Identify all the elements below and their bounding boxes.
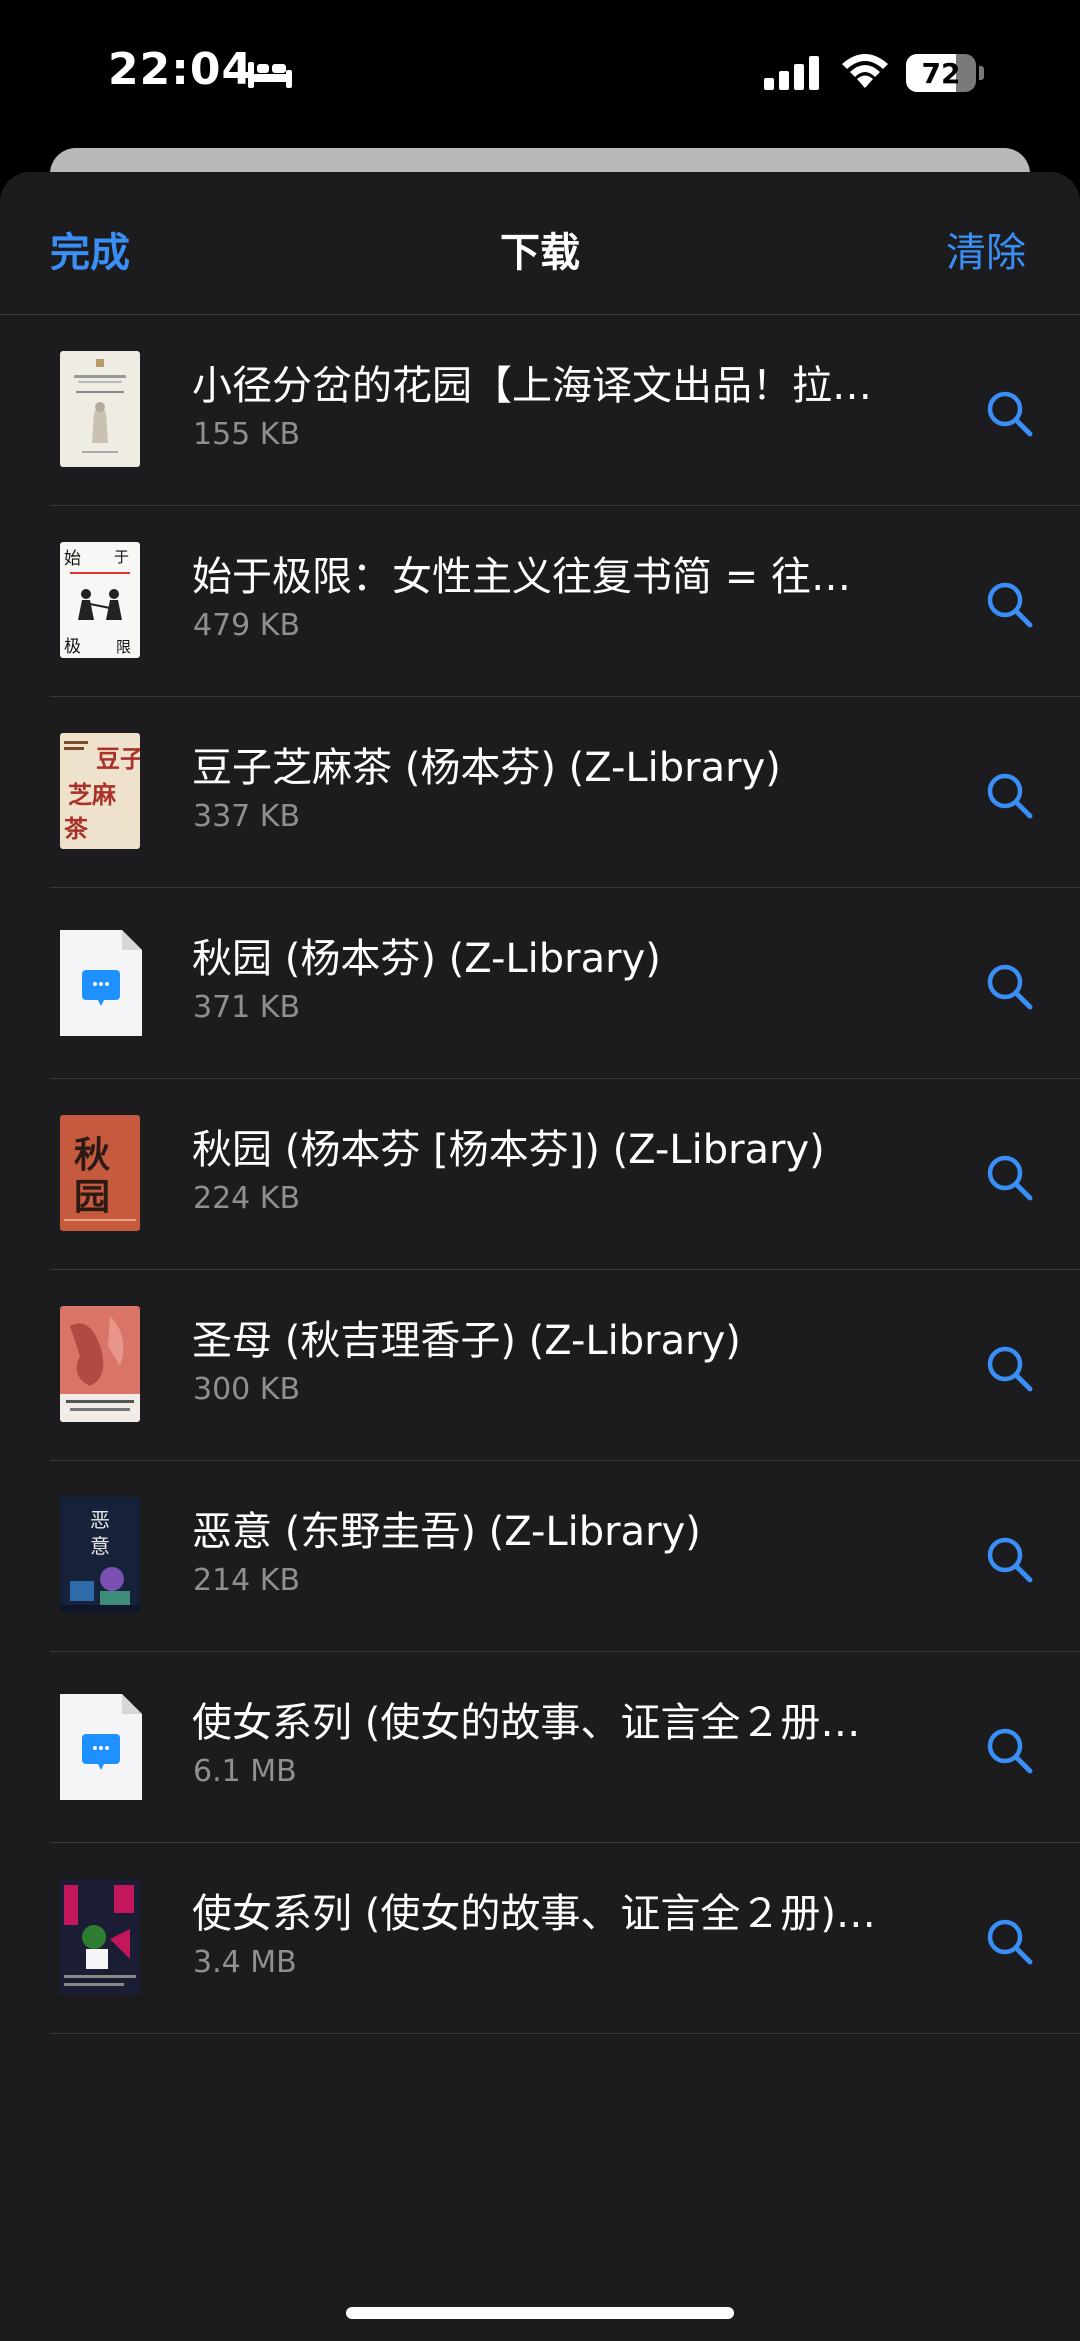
book-title: 使女系列 (使女的故事、证言全２册)… — [192, 1891, 876, 1937]
search-icon[interactable] — [985, 1535, 1033, 1583]
nav-bar: 完成 下载 清除 — [0, 172, 1080, 314]
download-item[interactable]: 始 于 极 限 始于极限：女性主义往复书简 = 往… 479 KB — [0, 506, 1080, 697]
search-icon[interactable] — [985, 1344, 1033, 1392]
svg-text:茶: 茶 — [64, 814, 89, 843]
svg-text:于: 于 — [114, 548, 129, 566]
book-title: 始于极限：女性主义往复书简 = 往… — [192, 554, 851, 600]
file-size: 6.1 MB — [193, 1754, 297, 1789]
search-icon[interactable] — [985, 771, 1033, 819]
search-icon[interactable] — [985, 389, 1033, 437]
file-size: 479 KB — [193, 608, 301, 643]
book-cover — [60, 1879, 140, 1995]
wifi-icon — [842, 54, 888, 88]
download-item[interactable]: 豆子 芝麻 茶 豆子芝麻茶 (杨本芬) (Z-Library) 337 KB — [0, 697, 1080, 888]
svg-text:园: 园 — [74, 1176, 110, 1218]
downloads-sheet: 完成 下载 清除 小径分岔的花园【上海译文出品！拉… 155 KB 始 于 极 … — [0, 172, 1080, 2341]
download-item[interactable]: 使女系列 (使女的故事、证言全２册… 6.1 MB — [0, 1652, 1080, 1843]
page-title: 下载 — [500, 230, 580, 276]
svg-text:始: 始 — [64, 549, 81, 569]
book-title: 恶意 (东野圭吾) (Z-Library) — [192, 1509, 701, 1555]
book-title: 使女系列 (使女的故事、证言全２册… — [192, 1700, 861, 1746]
svg-text:意: 意 — [90, 1534, 110, 1558]
status-time: 22:04 — [108, 44, 254, 95]
file-size: 3.4 MB — [193, 1945, 297, 1980]
search-icon[interactable] — [985, 580, 1033, 628]
clear-button[interactable]: 清除 — [946, 220, 1026, 278]
svg-text:限: 限 — [116, 638, 131, 656]
book-title: 秋园 (杨本芬) (Z-Library) — [192, 936, 661, 982]
search-icon[interactable] — [985, 962, 1033, 1010]
book-title: 圣母 (秋吉理香子) (Z-Library) — [192, 1318, 741, 1364]
search-icon[interactable] — [985, 1153, 1033, 1201]
book-title: 豆子芝麻茶 (杨本芬) (Z-Library) — [192, 745, 781, 791]
book-title: 秋园 (杨本芬 [杨本芬]) (Z-Library) — [192, 1127, 825, 1173]
search-icon[interactable] — [985, 1726, 1033, 1774]
document-icon — [60, 1694, 142, 1800]
document-icon — [60, 930, 142, 1036]
book-cover — [60, 1306, 140, 1422]
file-size: 214 KB — [193, 1563, 301, 1598]
download-item[interactable]: 小径分岔的花园【上海译文出品！拉… 155 KB — [0, 315, 1080, 506]
download-item[interactable]: 秋 园 秋园 (杨本芬 [杨本芬]) (Z-Library) 224 KB — [0, 1079, 1080, 1270]
book-cover: 始 于 极 限 — [60, 542, 140, 658]
cellular-signal-icon — [764, 56, 819, 90]
svg-text:恶: 恶 — [90, 1508, 110, 1532]
svg-text:极: 极 — [64, 637, 81, 657]
book-title: 小径分岔的花园【上海译文出品！拉… — [192, 363, 872, 409]
search-icon[interactable] — [985, 1917, 1033, 1965]
book-cover: 恶 意 — [60, 1497, 140, 1613]
file-size: 300 KB — [193, 1372, 301, 1407]
battery-level: 72 — [921, 56, 961, 90]
svg-text:秋: 秋 — [74, 1134, 110, 1176]
book-cover — [60, 351, 140, 467]
svg-text:芝麻: 芝麻 — [68, 780, 117, 809]
file-size: 337 KB — [193, 799, 301, 834]
file-size: 155 KB — [193, 417, 301, 452]
battery-icon: 72 — [906, 54, 976, 92]
bed-icon — [248, 62, 292, 88]
download-item[interactable]: 秋园 (杨本芬) (Z-Library) 371 KB — [0, 888, 1080, 1079]
file-size: 224 KB — [193, 1181, 301, 1216]
status-bar: 22:04 72 — [0, 0, 1080, 150]
book-cover: 秋 园 — [60, 1115, 140, 1231]
svg-text:豆子: 豆子 — [96, 744, 140, 773]
download-item[interactable]: 圣母 (秋吉理香子) (Z-Library) 300 KB — [0, 1270, 1080, 1461]
book-cover: 豆子 芝麻 茶 — [60, 733, 140, 849]
downloads-list: 小径分岔的花园【上海译文出品！拉… 155 KB 始 于 极 限 始于极限：女性… — [0, 314, 1080, 2034]
download-item[interactable]: 恶 意 恶意 (东野圭吾) (Z-Library) 214 KB — [0, 1461, 1080, 1652]
home-indicator[interactable] — [346, 2307, 734, 2319]
download-item[interactable]: 使女系列 (使女的故事、证言全２册)… 3.4 MB — [0, 1843, 1080, 2034]
file-size: 371 KB — [193, 990, 301, 1025]
battery-cap — [979, 66, 984, 80]
